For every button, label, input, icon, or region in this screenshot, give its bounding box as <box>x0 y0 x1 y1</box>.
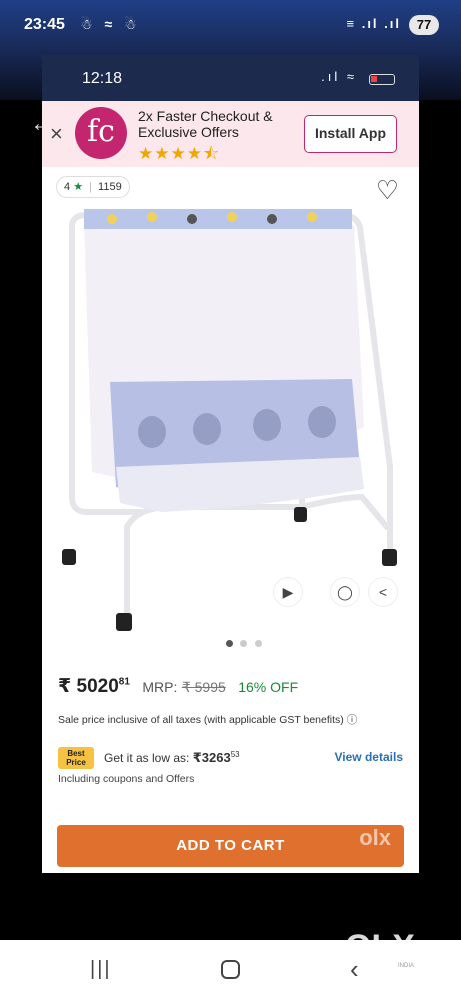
carousel-dot <box>254 640 262 647</box>
recent-apps-icon[interactable]: ||| <box>90 958 112 981</box>
promo-title: 2x Faster Checkout & Exclusive Offers <box>138 108 273 140</box>
olx-watermark-logo: OLX <box>345 928 415 966</box>
carousel-pagination <box>226 634 265 652</box>
firstcry-logo: fc <box>75 107 127 159</box>
app-clock: 12:18 <box>82 70 123 87</box>
best-price-badge: Best Price <box>58 747 94 769</box>
sale-price-amount: 5020 <box>76 676 119 697</box>
discount-badge: 16% OFF <box>238 679 299 695</box>
price-row: ₹ 502081 MRP: ₹ 5995 16% OFF <box>58 675 408 705</box>
install-promo-banner: × fc 2x Faster Checkout & Exclusive Offe… <box>42 101 419 167</box>
tax-note: Sale price inclusive of all taxes (with … <box>58 714 358 726</box>
product-image-carousel[interactable]: 4 ★ | 1159 ♡ ▶ ◯ < <box>42 167 419 647</box>
sale-price: ₹ 502081 <box>58 676 130 697</box>
close-icon[interactable]: × <box>50 121 63 147</box>
olx-watermark-small: olx <box>359 825 391 850</box>
olx-watermark-sub: INDIA <box>398 963 415 969</box>
badge-line2: Price <box>66 758 86 767</box>
best-price-text: Get it as low as: ₹326353 <box>104 750 240 766</box>
install-app-button[interactable]: Install App <box>304 115 397 153</box>
coupons-note: Including coupons and Offers <box>58 773 195 785</box>
notification-icons: ☃ ≈ ☃ <box>80 16 141 32</box>
app-battery-icon <box>369 74 395 85</box>
promo-rating-stars: ★★★★⯪ <box>138 144 221 163</box>
mrp-value: ₹ 5995 <box>181 679 226 695</box>
phone-clock: 23:45 <box>24 16 65 33</box>
carousel-dot-active <box>226 640 233 647</box>
best-price-label: Get it as low as: <box>104 751 190 765</box>
phone-status-bar: 23:45 ☃ ≈ ☃ ≡ .ıl .ıl 77 <box>0 12 461 40</box>
best-price-paise: 53 <box>230 750 240 759</box>
video-play-icon[interactable]: ▶ <box>273 577 303 607</box>
mrp-label: MRP: <box>142 679 178 695</box>
home-icon[interactable] <box>221 960 240 979</box>
cradle-product-image <box>62 209 397 631</box>
currency-symbol: ₹ <box>58 676 72 697</box>
app-status-bar: 12:18 .ıl ≈ <box>42 55 419 101</box>
view-360-icon[interactable]: ◯ <box>330 577 360 607</box>
best-price-amount: ₹3263 <box>192 750 231 765</box>
view-details-link[interactable]: View details <box>335 750 403 764</box>
badge-line1: Best <box>67 749 85 758</box>
battery-indicator: 77 <box>409 15 439 35</box>
sale-price-paise: 81 <box>118 676 130 688</box>
add-to-cart-button[interactable]: ADD TO CART <box>57 825 404 867</box>
share-icon[interactable]: < <box>368 577 398 607</box>
carousel-dot <box>240 640 248 647</box>
signal-icons: ≡ .ıl .ıl <box>346 16 401 31</box>
app-screenshot: 12:18 .ıl ≈ × fc 2x Faster Checkout & Ex… <box>42 55 419 873</box>
app-signal-icons: .ıl ≈ <box>321 69 357 84</box>
